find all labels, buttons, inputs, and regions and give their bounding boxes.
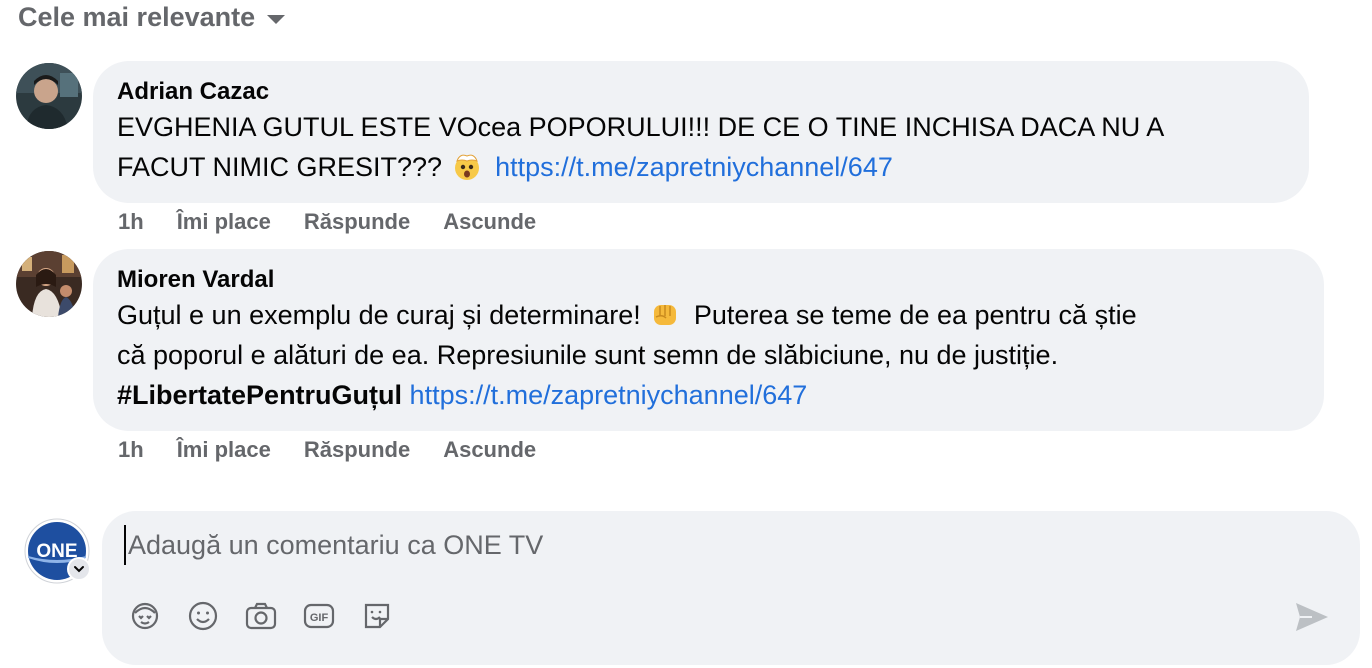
avatar[interactable] xyxy=(16,63,82,129)
comment-author[interactable]: Mioren Vardal xyxy=(117,265,1300,295)
comment-bubble: Adrian Cazac EVGHENIA GUTUL ESTE VOcea P… xyxy=(93,61,1309,203)
like-button[interactable]: Îmi place xyxy=(177,209,271,235)
comment-time[interactable]: 1h xyxy=(118,209,144,235)
exploding-head-emoji-icon xyxy=(452,151,482,181)
comment-text-line: FACUT NIMIC GRESIT??? xyxy=(117,152,443,182)
comment-bubble: Mioren Vardal Guțul e un exemplu de cura… xyxy=(93,249,1324,431)
avatar-sticker-icon[interactable] xyxy=(128,599,162,633)
gif-icon[interactable]: GIF xyxy=(302,599,336,633)
comment-text-line: că poporul e alături de ea. Represiunile… xyxy=(117,340,1059,370)
composer-toolbar: GIF xyxy=(128,599,394,633)
reply-button[interactable]: Răspunde xyxy=(304,209,410,235)
comment-hashtag[interactable]: #LibertatePentruGuțul xyxy=(117,380,402,410)
chevron-down-icon[interactable] xyxy=(67,557,91,581)
comment-link[interactable]: https://t.me/zapretniychannel/647 xyxy=(495,152,893,182)
comment: Mioren Vardal Guțul e un exemplu de cura… xyxy=(16,249,1324,471)
sticker-icon[interactable] xyxy=(360,599,394,633)
emoji-icon[interactable] xyxy=(186,599,220,633)
hide-button[interactable]: Ascunde xyxy=(443,209,536,235)
comment-link[interactable]: https://t.me/zapretniychannel/647 xyxy=(410,380,808,410)
comment-text-line: Puterea se teme de ea pentru că știe xyxy=(693,300,1137,330)
send-icon[interactable] xyxy=(1294,601,1330,633)
comment-actions: 1h Îmi place Răspunde Ascunde xyxy=(118,209,536,235)
camera-icon[interactable] xyxy=(244,599,278,633)
comment-time[interactable]: 1h xyxy=(118,437,144,463)
comment-author[interactable]: Adrian Cazac xyxy=(117,77,1285,107)
comment-text-line: EVGHENIA GUTUL ESTE VOcea POPORULUI!!! D… xyxy=(117,112,1165,142)
comment: Adrian Cazac EVGHENIA GUTUL ESTE VOcea P… xyxy=(16,61,1316,243)
sort-dropdown[interactable]: Cele mai relevante xyxy=(18,0,286,34)
caret-down-icon xyxy=(267,14,286,24)
comment-text: EVGHENIA GUTUL ESTE VOcea POPORULUI!!! D… xyxy=(117,107,1285,187)
like-button[interactable]: Îmi place xyxy=(177,437,271,463)
comment-text-line: Guțul e un exemplu de curaj și determina… xyxy=(117,300,641,330)
avatar[interactable] xyxy=(16,251,82,317)
sort-label: Cele mai relevante xyxy=(18,1,256,32)
comment-composer: GIF xyxy=(102,511,1360,665)
svg-text:GIF: GIF xyxy=(310,612,329,624)
comment-text: Guțul e un exemplu de curaj și determina… xyxy=(117,295,1300,415)
raised-fist-emoji-icon xyxy=(650,299,680,329)
comment-input[interactable] xyxy=(124,525,1324,565)
hide-button[interactable]: Ascunde xyxy=(443,437,536,463)
reply-button[interactable]: Răspunde xyxy=(304,437,410,463)
comment-actions: 1h Îmi place Răspunde Ascunde xyxy=(118,437,536,463)
